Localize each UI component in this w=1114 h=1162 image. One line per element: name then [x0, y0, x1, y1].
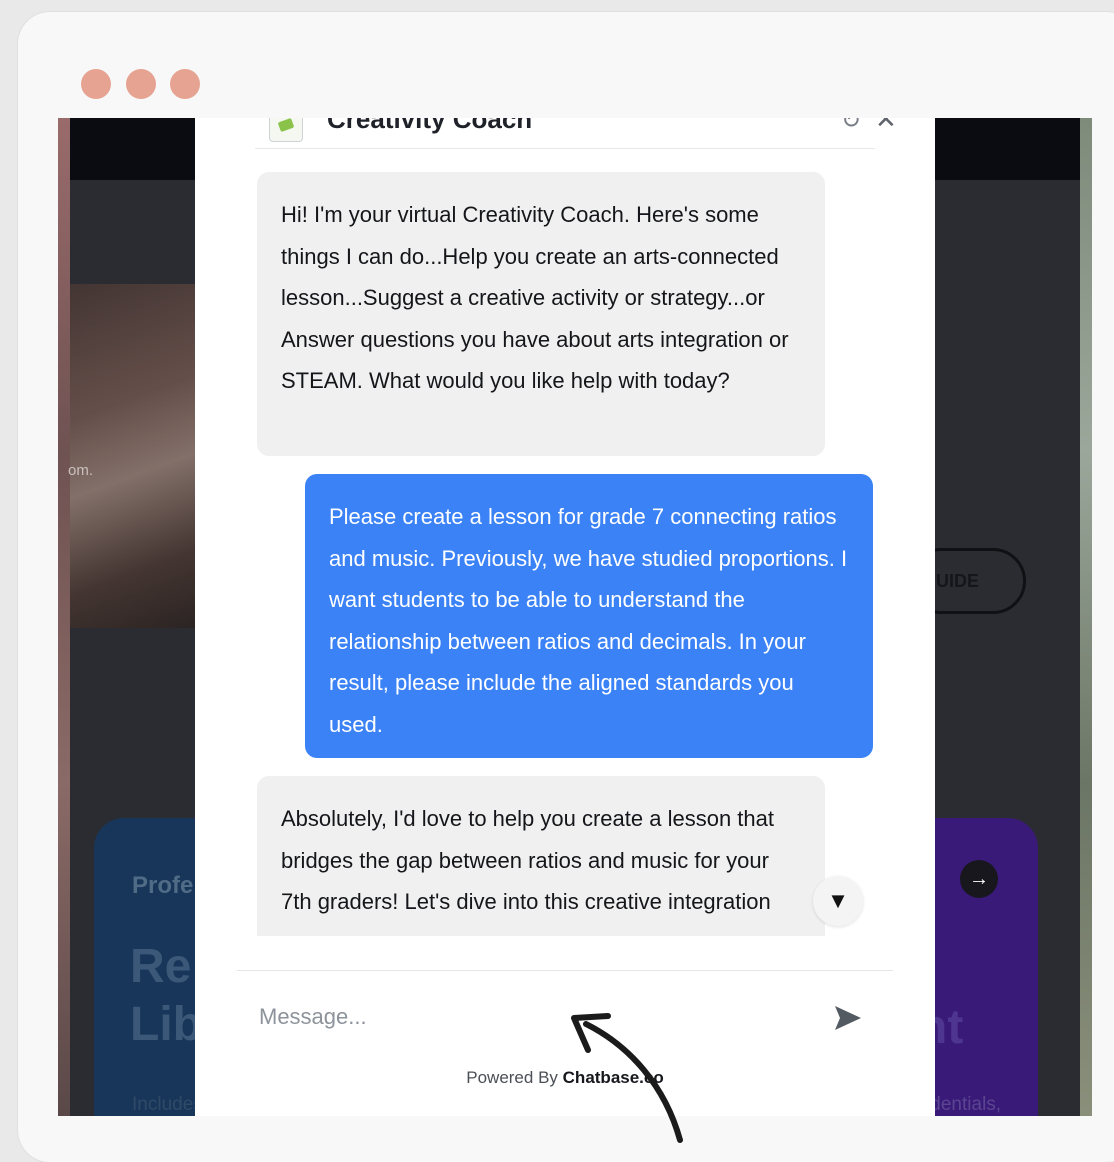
background-photo-caption: om.: [68, 462, 94, 479]
arrow-right-icon[interactable]: →: [960, 860, 998, 898]
annotation-arrow-icon: [571, 1013, 683, 1143]
user-message: Please create a lesson for grade 7 conne…: [305, 474, 873, 758]
message-input[interactable]: [257, 992, 821, 1042]
bot-name: Creativity Coach: [327, 118, 533, 134]
chat-widget: Creativity Coach ↻ ✕ Hi! I'm your virtua…: [195, 118, 935, 1116]
refresh-icon[interactable]: ↻: [841, 118, 861, 135]
background-right-strip: [1080, 118, 1092, 1116]
bot-avatar: [269, 118, 303, 142]
scroll-down-button[interactable]: ▼: [813, 876, 863, 926]
triangle-down-icon: ▼: [827, 888, 849, 913]
message-list[interactable]: Hi! I'm your virtual Creativity Coach. H…: [195, 148, 935, 936]
close-icon[interactable]: ✕: [875, 118, 897, 135]
background-guide-label: UIDE: [935, 570, 979, 591]
background-dancer-photo: [70, 284, 196, 628]
send-button[interactable]: [827, 998, 867, 1038]
background-left-strip: [58, 118, 70, 1116]
bot-message: Absolutely, I'd love to help you create …: [257, 776, 825, 936]
input-divider: [237, 970, 893, 971]
page-viewport: om. UIDE Profe Re Lib Includes toolkits,…: [58, 118, 1092, 1116]
powered-by-prefix: Powered By: [466, 1068, 558, 1087]
leaf-icon: [277, 118, 295, 133]
window-dot-icon: [126, 69, 156, 99]
bot-message: Hi! I'm your virtual Creativity Coach. H…: [257, 172, 825, 456]
window-dot-icon: [170, 69, 200, 99]
card-left-title: Re Lib: [130, 940, 202, 1051]
window-dot-icon: [81, 69, 111, 99]
card-left-kicker: Profe: [132, 872, 194, 899]
send-icon: [835, 1006, 861, 1030]
chat-header: Creativity Coach ↻ ✕: [195, 118, 935, 150]
